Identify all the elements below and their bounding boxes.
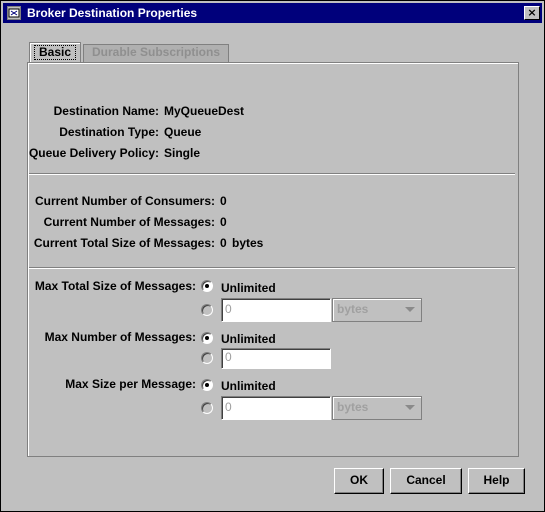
queue-delivery-policy-label: Queue Delivery Policy: [28, 146, 159, 160]
max-total-size-unlimited-radio[interactable] [201, 280, 213, 292]
chevron-down-icon [405, 307, 415, 312]
cancel-button[interactable]: Cancel [390, 468, 462, 494]
consumers-value: 0 [220, 194, 227, 208]
separator-2 [29, 267, 515, 269]
dialog-window: Broker Destination Properties × Durable … [0, 0, 545, 512]
help-button[interactable]: Help [468, 468, 525, 494]
window-title: Broker Destination Properties [27, 6, 198, 20]
tab-durable-subscriptions-label: Durable Subscriptions [91, 45, 221, 59]
destination-name-value: MyQueueDest [164, 104, 245, 118]
tab-durable-subscriptions[interactable]: Durable Subscriptions [83, 44, 229, 62]
max-size-per-message-input[interactable]: 0 [221, 396, 331, 420]
max-messages-unlimited-label[interactable]: Unlimited [221, 331, 276, 347]
total-size-label: Current Total Size of Messages: [33, 236, 215, 250]
total-size-value: 0 [220, 236, 227, 250]
max-total-size-unlimited-label[interactable]: Unlimited [221, 280, 276, 296]
close-icon: × [527, 6, 537, 19]
max-size-per-message-unit-value: bytes [337, 400, 369, 414]
max-total-size-input[interactable]: 0 [221, 298, 331, 322]
max-size-per-message-label: Max Size per Message: [65, 377, 196, 391]
title-bar[interactable]: Broker Destination Properties × [3, 3, 542, 23]
max-messages-unlimited-radio[interactable] [201, 332, 213, 344]
max-size-per-message-limit-radio[interactable] [201, 402, 213, 414]
max-size-per-message-unlimited-label[interactable]: Unlimited [221, 378, 276, 394]
destination-type-label: Destination Type: [59, 125, 159, 139]
max-size-per-message-unit-select[interactable]: bytes [332, 396, 422, 420]
max-total-size-unit-select[interactable]: bytes [332, 298, 422, 322]
app-icon [7, 6, 21, 20]
max-messages-input[interactable]: 0 [221, 348, 331, 369]
total-size-unit: bytes [232, 236, 264, 250]
ok-button[interactable]: OK [334, 468, 384, 494]
destination-name-label: Destination Name: [53, 104, 159, 118]
close-button[interactable]: × [524, 6, 540, 20]
tab-basic[interactable]: Basic [29, 42, 81, 63]
max-total-size-limit-radio[interactable] [201, 304, 213, 316]
consumers-label: Current Number of Consumers: [34, 194, 215, 208]
max-size-per-message-unlimited-radio[interactable] [201, 379, 213, 391]
messages-value: 0 [220, 215, 227, 229]
destination-type-value: Queue [164, 125, 202, 139]
queue-delivery-policy-value: Single [164, 146, 201, 160]
max-messages-label: Max Number of Messages: [44, 330, 196, 344]
separator-1 [29, 173, 515, 175]
messages-label: Current Number of Messages: [43, 215, 215, 229]
max-total-size-label: Max Total Size of Messages: [34, 279, 196, 293]
max-messages-limit-radio[interactable] [201, 352, 213, 364]
max-total-size-unit-value: bytes [337, 302, 369, 316]
chevron-down-icon [405, 405, 415, 410]
tab-basic-label: Basic [33, 45, 77, 60]
